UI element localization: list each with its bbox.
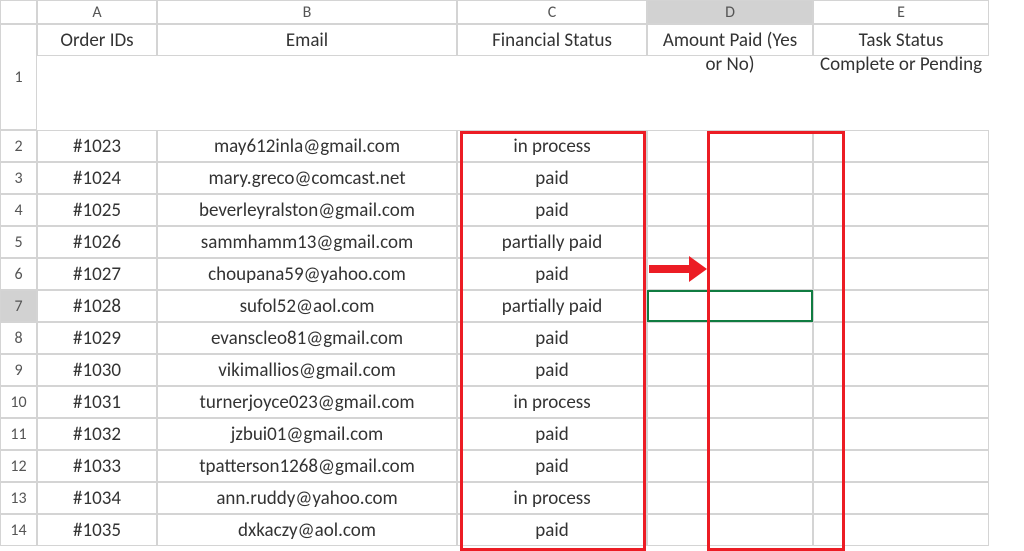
cell-B6[interactable]: choupana59@yahoo.com [157, 258, 457, 290]
row-header-12[interactable]: 12 [0, 450, 37, 482]
row-header-4[interactable]: 4 [0, 194, 37, 226]
row-header-6[interactable]: 6 [0, 258, 37, 290]
header-email[interactable]: Email [157, 24, 457, 56]
cell-A7[interactable]: #1028 [37, 290, 157, 322]
cell-A3[interactable]: #1024 [37, 162, 157, 194]
header-amount-paid[interactable]: Amount Paid (Yes or No) [647, 24, 813, 56]
cell-D4[interactable] [647, 194, 813, 226]
cell-E5[interactable] [813, 226, 989, 258]
cell-A4[interactable]: #1025 [37, 194, 157, 226]
cell-E3[interactable] [813, 162, 989, 194]
cell-B12[interactable]: tpatterson1268@gmail.com [157, 450, 457, 482]
cell-C4[interactable]: paid [457, 194, 647, 226]
cell-A14[interactable]: #1035 [37, 514, 157, 546]
row-header-9[interactable]: 9 [0, 354, 37, 386]
cell-D8[interactable] [647, 322, 813, 354]
col-header-C[interactable]: C [457, 0, 647, 24]
cell-C14[interactable]: paid [457, 514, 647, 546]
col-header-B[interactable]: B [157, 0, 457, 24]
cell-E13[interactable] [813, 482, 989, 514]
cell-C9[interactable]: paid [457, 354, 647, 386]
cell-E14[interactable] [813, 514, 989, 546]
cell-E8[interactable] [813, 322, 989, 354]
cell-B4[interactable]: beverleyralston@gmail.com [157, 194, 457, 226]
cell-C5[interactable]: partially paid [457, 226, 647, 258]
corner-cell[interactable] [0, 0, 37, 24]
cell-D9[interactable] [647, 354, 813, 386]
row-header-7[interactable]: 7 [0, 290, 37, 322]
header-task-status[interactable]: Task Status Complete or Pending [813, 24, 989, 56]
cell-B11[interactable]: jzbui01@gmail.com [157, 418, 457, 450]
cell-E4[interactable] [813, 194, 989, 226]
cell-A11[interactable]: #1032 [37, 418, 157, 450]
cell-C11[interactable]: paid [457, 418, 647, 450]
cell-B9[interactable]: vikimallios@gmail.com [157, 354, 457, 386]
row-header-2[interactable]: 2 [0, 130, 37, 162]
cell-D3[interactable] [647, 162, 813, 194]
cell-D14[interactable] [647, 514, 813, 546]
cell-C10[interactable]: in process [457, 386, 647, 418]
cell-E2[interactable] [813, 130, 989, 162]
row-header-8[interactable]: 8 [0, 322, 37, 354]
header-financial-status[interactable]: Financial Status [457, 24, 647, 56]
cell-D2[interactable] [647, 130, 813, 162]
cell-C13[interactable]: in process [457, 482, 647, 514]
cell-D10[interactable] [647, 386, 813, 418]
cell-E11[interactable] [813, 418, 989, 450]
cell-C2[interactable]: in process [457, 130, 647, 162]
cell-B7[interactable]: sufol52@aol.com [157, 290, 457, 322]
cell-A5[interactable]: #1026 [37, 226, 157, 258]
cell-B14[interactable]: dxkaczy@aol.com [157, 514, 457, 546]
cell-A8[interactable]: #1029 [37, 322, 157, 354]
cell-A2[interactable]: #1023 [37, 130, 157, 162]
row-header-11[interactable]: 11 [0, 418, 37, 450]
row-header-3[interactable]: 3 [0, 162, 37, 194]
cell-B5[interactable]: sammhamm13@gmail.com [157, 226, 457, 258]
cell-D11[interactable] [647, 418, 813, 450]
cell-C7[interactable]: partially paid [457, 290, 647, 322]
cell-A12[interactable]: #1033 [37, 450, 157, 482]
cell-C3[interactable]: paid [457, 162, 647, 194]
col-header-A[interactable]: A [37, 0, 157, 24]
cell-A13[interactable]: #1034 [37, 482, 157, 514]
col-header-D[interactable]: D [647, 0, 813, 24]
cell-D7[interactable] [647, 290, 813, 322]
cell-D6[interactable] [647, 258, 813, 290]
cell-C6[interactable]: paid [457, 258, 647, 290]
cell-B13[interactable]: ann.ruddy@yahoo.com [157, 482, 457, 514]
col-header-E[interactable]: E [813, 0, 989, 24]
cell-C8[interactable]: paid [457, 322, 647, 354]
row-header-14[interactable]: 14 [0, 514, 37, 546]
cell-B8[interactable]: evanscleo81@gmail.com [157, 322, 457, 354]
cell-E6[interactable] [813, 258, 989, 290]
cell-D5[interactable] [647, 226, 813, 258]
cell-D12[interactable] [647, 450, 813, 482]
cell-B10[interactable]: turnerjoyce023@gmail.com [157, 386, 457, 418]
header-order-ids[interactable]: Order IDs [37, 24, 157, 56]
row-header-10[interactable]: 10 [0, 386, 37, 418]
row-header-1[interactable]: 1 [0, 24, 37, 130]
cell-E9[interactable] [813, 354, 989, 386]
cell-E7[interactable] [813, 290, 989, 322]
cell-A10[interactable]: #1031 [37, 386, 157, 418]
spreadsheet-grid: A B C D E 1 Order IDs Email Financial St… [0, 0, 1024, 546]
cell-B2[interactable]: may612inla@gmail.com [157, 130, 457, 162]
cell-E10[interactable] [813, 386, 989, 418]
cell-E12[interactable] [813, 450, 989, 482]
cell-D13[interactable] [647, 482, 813, 514]
cell-B3[interactable]: mary.greco@comcast.net [157, 162, 457, 194]
row-header-13[interactable]: 13 [0, 482, 37, 514]
cell-A6[interactable]: #1027 [37, 258, 157, 290]
row-header-5[interactable]: 5 [0, 226, 37, 258]
cell-C12[interactable]: paid [457, 450, 647, 482]
cell-A9[interactable]: #1030 [37, 354, 157, 386]
